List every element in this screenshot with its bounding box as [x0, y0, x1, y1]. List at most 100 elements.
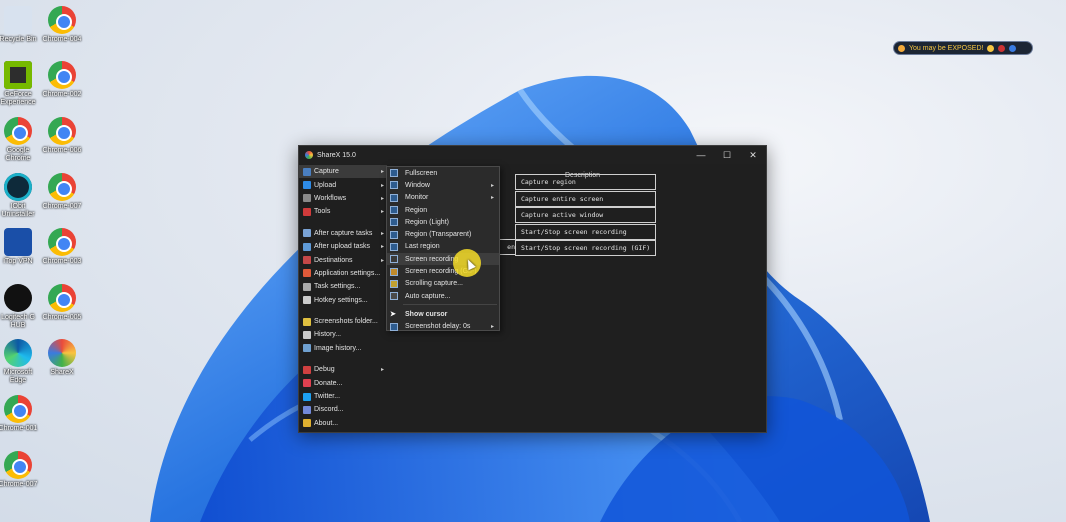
menu-item-twitter[interactable]: Twitter...: [299, 390, 387, 403]
after-upload-tasks-icon: [303, 242, 311, 251]
desktop-icon[interactable]: Chrome-007: [40, 173, 84, 211]
menu-item-capture[interactable]: Capture ▸: [299, 165, 387, 179]
hotkey-row[interactable]: Start/Stop screen recording (GIF): [515, 240, 656, 256]
desktop-icon[interactable]: Chrome-002: [40, 61, 84, 99]
menu-item-history[interactable]: History...: [299, 328, 387, 341]
chevron-right-icon: ▸: [380, 209, 384, 216]
submenu-item-fullscreen[interactable]: Fullscreen: [387, 167, 499, 179]
chevron-right-icon: ▸: [380, 257, 384, 264]
menu-item-after-capture-tasks[interactable]: After capture tasks ▸: [299, 227, 387, 240]
title-bar[interactable]: ShareX 15.0 — ☐ ✕: [299, 146, 766, 164]
chrome-icon: [48, 173, 76, 201]
submenu-item-screen-recording-gif[interactable]: Screen recording (GIF): [387, 265, 499, 277]
desktop-icon[interactable]: Microsoft Edge: [0, 339, 40, 385]
chrome-icon: [4, 451, 32, 479]
hand-icon: [898, 44, 905, 52]
submenu-item-screen-recording[interactable]: Screen recording: [387, 253, 499, 266]
chevron-right-icon: ▸: [380, 230, 384, 237]
menu-item-debug[interactable]: Debug ▸: [299, 363, 387, 376]
submenu-item-region[interactable]: Region: [387, 204, 499, 216]
discord-icon: [303, 405, 311, 414]
submenu-item-window[interactable]: Window ▸: [387, 179, 499, 191]
desktop-icon-label: Chrome-007: [42, 203, 82, 210]
menu-item-label: Task settings...: [314, 283, 361, 291]
show-cursor-icon: ➤: [390, 311, 396, 319]
desktop-icon[interactable]: Google Chrome: [0, 117, 40, 163]
window-icon: [390, 181, 398, 190]
vpn-icon: [4, 228, 32, 256]
minimize-button[interactable]: —: [688, 146, 714, 164]
arrow-icon[interactable]: [1009, 44, 1017, 52]
desktop-icon-label: Chrome-001: [0, 425, 38, 432]
menu-item-label: Twitter...: [314, 393, 341, 401]
menu-item-upload[interactable]: Upload ▸: [299, 178, 387, 191]
edge-icon: [4, 339, 32, 367]
chrome-icon: [4, 117, 32, 145]
menu-item-destinations[interactable]: Destinations ▸: [299, 253, 387, 266]
desktop-icon[interactable]: GeForce Experience: [0, 61, 40, 107]
desktop-icon[interactable]: Logitech G HUB: [0, 284, 40, 330]
desktop-icon-label: Chrome-003: [42, 258, 82, 265]
menu-item-donate[interactable]: Donate...: [299, 376, 387, 389]
menu-item-label: History...: [314, 331, 342, 339]
submenu-item-label: Region (Transparent): [405, 231, 472, 239]
submenu-item-label: Region (Light): [405, 218, 449, 226]
submenu-item-last-region[interactable]: Last region: [387, 241, 499, 253]
menu-item-application-settings[interactable]: Application settings...: [299, 267, 387, 280]
desktop-icon[interactable]: iTop VPN: [0, 228, 40, 266]
desktop-icon[interactable]: Chrome-001: [0, 395, 40, 433]
menu-item-after-upload-tasks[interactable]: After upload tasks ▸: [299, 240, 387, 253]
submenu-item-show-cursor[interactable]: ➤ Show cursor: [387, 308, 499, 320]
desktop-icon[interactable]: Recycle Bin: [0, 6, 40, 44]
desktop-icon[interactable]: Chrome-003: [40, 228, 84, 266]
desktop-icon-label: Google Chrome: [5, 147, 31, 162]
workflows-icon: [303, 194, 311, 203]
image-history-icon: [303, 344, 311, 353]
menu-item-task-settings[interactable]: Task settings...: [299, 280, 387, 293]
menu-item-label: Workflows: [314, 194, 347, 202]
menu-item-hotkey-settings[interactable]: Hotkey settings...: [299, 294, 387, 307]
hotkey-row[interactable]: Capture region: [515, 174, 656, 190]
menu-item-tools[interactable]: Tools ▸: [299, 205, 387, 218]
monitor-icon: [390, 193, 398, 202]
exposed-badge[interactable]: You may be EXPOSED!: [893, 41, 1033, 55]
recycle-icon: [4, 6, 32, 34]
desktop-icon-label: Chrome-002: [42, 91, 82, 98]
hotkey-row[interactable]: Capture active window: [515, 207, 656, 223]
submenu-item-label: Auto capture...: [405, 292, 451, 300]
hotkey-row[interactable]: Start/Stop screen recording: [515, 223, 656, 240]
menu-item-label: Capture: [314, 168, 339, 176]
donate-icon: [303, 379, 311, 388]
desktop-icon[interactable]: Chrome-005: [40, 284, 84, 322]
chevron-right-icon: ▸: [380, 182, 384, 189]
toggle-icon[interactable]: [987, 44, 995, 52]
submenu-item-screenshot-delay-0s[interactable]: Screenshot delay: 0s ▸: [387, 321, 499, 333]
desktop-icon[interactable]: Chrome-007: [0, 451, 40, 489]
submenu-item-monitor[interactable]: Monitor ▸: [387, 192, 499, 204]
desktop-icon-label: iTop VPN: [3, 258, 33, 265]
submenu-item-scrolling-capture[interactable]: Scrolling capture...: [387, 278, 499, 290]
desktop-icon[interactable]: IObit Uninstaller: [0, 173, 40, 219]
menu-item-screenshots-folder[interactable]: Screenshots folder...: [299, 315, 387, 328]
submenu-item-auto-capture[interactable]: Auto capture...: [387, 290, 499, 302]
desktop-icon[interactable]: Chrome-004: [40, 6, 84, 44]
menu-item-workflows[interactable]: Workflows ▸: [299, 192, 387, 205]
submenu-item-region-light[interactable]: Region (Light): [387, 216, 499, 228]
desktop-icon-label: Chrome-005: [42, 314, 82, 321]
menu-item-about[interactable]: About...: [299, 417, 387, 430]
destinations-icon: [303, 256, 311, 265]
desktop-icon[interactable]: ShareX: [40, 339, 84, 377]
menu-item-discord[interactable]: Discord...: [299, 403, 387, 416]
desktop-icon-label: Logitech G HUB: [1, 314, 35, 329]
close-button[interactable]: ✕: [740, 146, 766, 164]
tools-icon: [303, 207, 311, 216]
exposed-text: You may be EXPOSED!: [909, 44, 984, 52]
submenu-item-label: Scrolling capture...: [405, 280, 463, 288]
desktop-icon[interactable]: Chrome-006: [40, 117, 84, 155]
submenu-item-region-transparent[interactable]: Region (Transparent): [387, 228, 499, 240]
menu-item-image-history[interactable]: Image history...: [299, 342, 387, 355]
menu-separator: [299, 219, 387, 227]
hotkey-row[interactable]: Capture entire screen: [515, 190, 656, 207]
maximize-button[interactable]: ☐: [714, 146, 740, 164]
menu-item-label: Donate...: [314, 379, 343, 387]
